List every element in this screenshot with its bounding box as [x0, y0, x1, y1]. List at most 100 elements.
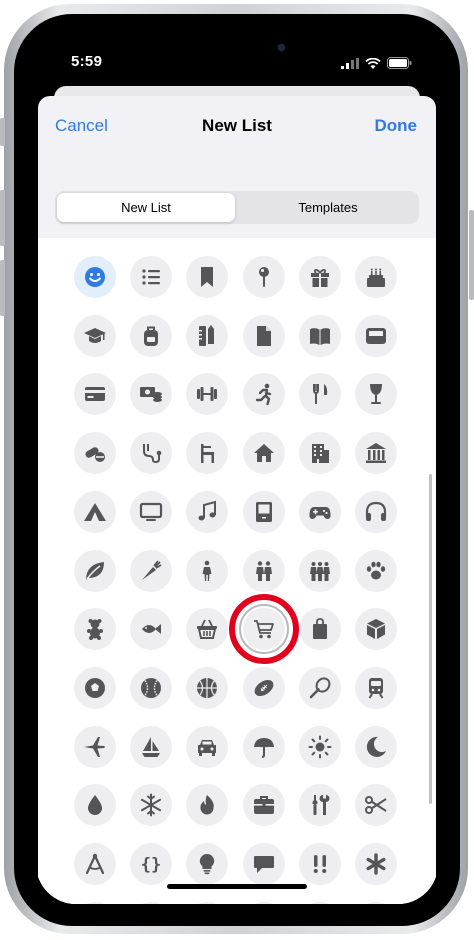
- stethoscope-option[interactable]: [130, 432, 172, 475]
- dumbbell-icon: [197, 387, 217, 402]
- chair-option[interactable]: [186, 432, 228, 475]
- document-option[interactable]: [243, 314, 285, 357]
- drop-option[interactable]: [74, 784, 116, 827]
- tennis-racket-option[interactable]: [299, 666, 341, 709]
- asterisk-option[interactable]: [355, 843, 397, 885]
- moon-option[interactable]: [355, 725, 397, 768]
- heart-option[interactable]: [299, 901, 341, 904]
- snowflake-icon: [140, 793, 162, 817]
- fork-knife-option[interactable]: [299, 373, 341, 416]
- done-button[interactable]: Done: [375, 116, 418, 136]
- headphones-option[interactable]: [355, 490, 397, 533]
- phone-screen: 5:59 Cancel New List Done New List Templ…: [36, 36, 438, 904]
- leaf-icon: [86, 561, 104, 580]
- graduation-cap-icon: [84, 327, 106, 343]
- teddy-bear-option[interactable]: [74, 608, 116, 651]
- flame-option[interactable]: [186, 784, 228, 827]
- bank-option[interactable]: [355, 432, 397, 475]
- document-icon: [257, 325, 271, 346]
- briefcase-option[interactable]: [243, 784, 285, 827]
- volume-down-button: [0, 260, 5, 316]
- credit-card-option[interactable]: [74, 373, 116, 416]
- fish-option[interactable]: [130, 608, 172, 651]
- shopping-bag-option[interactable]: [299, 608, 341, 651]
- exclamation-option[interactable]: [299, 843, 341, 885]
- basket-option[interactable]: [186, 608, 228, 651]
- umbrella-option[interactable]: [243, 725, 285, 768]
- triangle-option[interactable]: [186, 901, 228, 904]
- game-controller-option[interactable]: [299, 490, 341, 533]
- graduation-cap-option[interactable]: [74, 314, 116, 357]
- list-option[interactable]: [130, 256, 172, 298]
- list-icon: [142, 269, 160, 285]
- music-note-option[interactable]: [186, 490, 228, 533]
- box-option[interactable]: [355, 608, 397, 651]
- exclamation-icon: [313, 855, 327, 873]
- building-option[interactable]: [299, 432, 341, 475]
- paw-option[interactable]: [355, 549, 397, 592]
- teddy-bear-icon: [87, 619, 103, 641]
- carrot-option[interactable]: [130, 549, 172, 592]
- paw-icon: [366, 561, 386, 579]
- wine-glass-icon: [370, 384, 382, 405]
- scroll-indicator[interactable]: [429, 474, 432, 804]
- gift-option[interactable]: [299, 256, 341, 298]
- person-option[interactable]: [186, 549, 228, 592]
- book-option[interactable]: [299, 314, 341, 357]
- fish-icon: [142, 624, 161, 635]
- bookmark-option[interactable]: [186, 256, 228, 298]
- cancel-button[interactable]: Cancel: [55, 116, 108, 136]
- square-option[interactable]: [74, 901, 116, 904]
- airplane-option[interactable]: [74, 725, 116, 768]
- new-list-sheet: Cancel New List Done New List Templates …: [38, 96, 436, 904]
- monitor-option[interactable]: [130, 490, 172, 533]
- scissors-option[interactable]: [355, 784, 397, 827]
- soccer-ball-option[interactable]: [74, 666, 116, 709]
- running-figure-icon: [255, 384, 272, 406]
- star-option[interactable]: [355, 901, 397, 904]
- bookmark-icon: [201, 267, 213, 287]
- sun-option[interactable]: [299, 725, 341, 768]
- leaf-option[interactable]: [74, 549, 116, 592]
- segment-templates[interactable]: Templates: [239, 193, 417, 222]
- braces-option[interactable]: {}: [130, 843, 172, 885]
- dumbbell-option[interactable]: [186, 373, 228, 416]
- lightbulb-option[interactable]: [186, 843, 228, 885]
- pin-icon: [259, 267, 269, 287]
- circle-option[interactable]: [130, 901, 172, 904]
- baseball-option[interactable]: [130, 666, 172, 709]
- running-figure-option[interactable]: [243, 373, 285, 416]
- money-option[interactable]: [130, 373, 172, 416]
- speech-bubble-option[interactable]: [243, 843, 285, 885]
- status-time: 5:59: [71, 53, 103, 70]
- ruler-pencil-option[interactable]: [186, 314, 228, 357]
- home-indicator[interactable]: [167, 884, 307, 889]
- computer-option[interactable]: [243, 490, 285, 533]
- compass-option[interactable]: [74, 843, 116, 885]
- bank-icon: [366, 443, 386, 464]
- segment-new-list[interactable]: New List: [57, 193, 235, 222]
- two-people-icon: [256, 560, 272, 581]
- car-option[interactable]: [186, 725, 228, 768]
- basketball-option[interactable]: [186, 666, 228, 709]
- football-option[interactable]: [243, 666, 285, 709]
- backpack-option[interactable]: [130, 314, 172, 357]
- smiley-option[interactable]: [74, 256, 116, 298]
- house-option[interactable]: [243, 432, 285, 475]
- tent-option[interactable]: [74, 490, 116, 533]
- birthday-cake-option[interactable]: [355, 256, 397, 298]
- basketball-icon: [197, 677, 217, 698]
- silent-switch: [0, 118, 5, 146]
- pills-option[interactable]: [74, 432, 116, 475]
- tools-option[interactable]: [299, 784, 341, 827]
- sailboat-option[interactable]: [130, 725, 172, 768]
- pin-option[interactable]: [243, 256, 285, 298]
- snowflake-option[interactable]: [130, 784, 172, 827]
- diamond-option[interactable]: [243, 901, 285, 904]
- tray-option[interactable]: [355, 314, 397, 357]
- train-option[interactable]: [355, 666, 397, 709]
- three-people-option[interactable]: [299, 549, 341, 592]
- compass-icon: [85, 853, 105, 875]
- wine-glass-option[interactable]: [355, 373, 397, 416]
- two-people-option[interactable]: [243, 549, 285, 592]
